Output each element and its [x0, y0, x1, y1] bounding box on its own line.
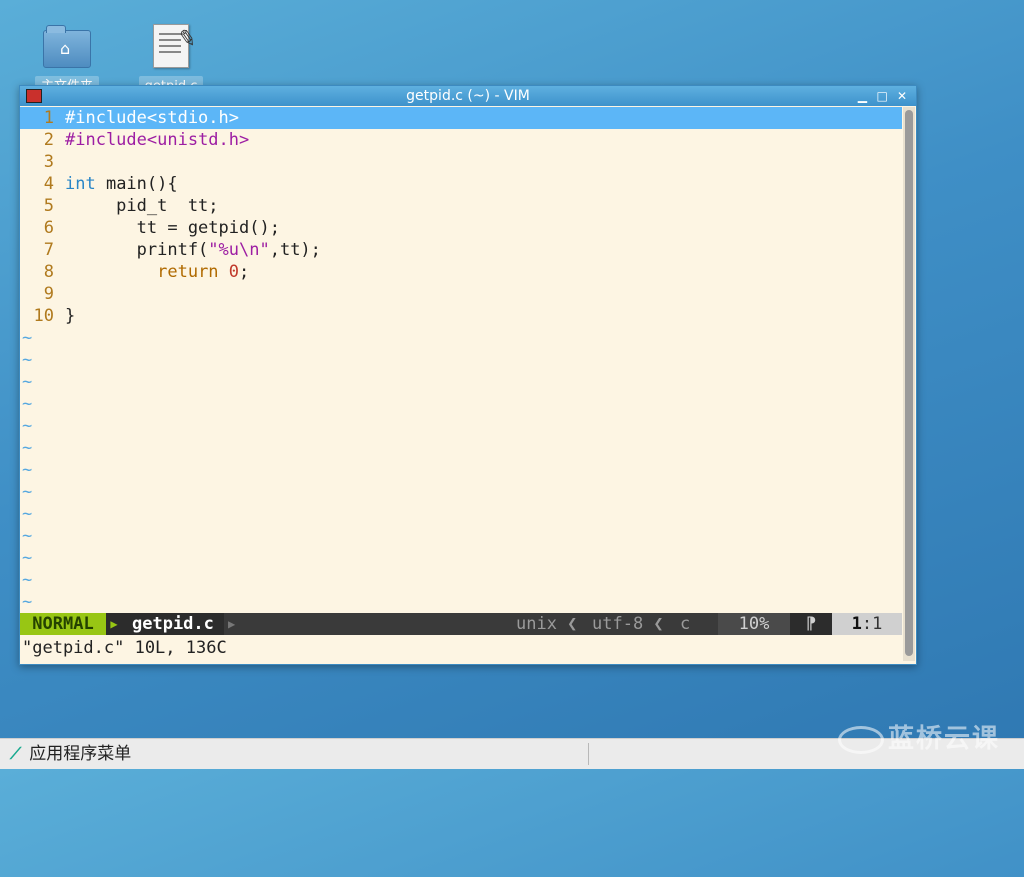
code-token: <unistd.h> — [146, 130, 250, 150]
line-number: 6 — [43, 218, 54, 238]
empty-line-marker: ~ — [22, 372, 33, 392]
code-line[interactable]: 3 — [20, 151, 902, 173]
separator-arrow-icon: ▶ — [228, 617, 236, 631]
empty-line-marker: ~ — [22, 328, 33, 348]
vim-statusline: NORMAL ▶ getpid.c ▶ unix ❮ utf-8 ❮ c 10%… — [20, 613, 902, 635]
code-token: #include<stdio.h> — [65, 108, 239, 128]
empty-line-marker: ~ — [22, 548, 33, 568]
empty-line-marker: ~ — [22, 350, 33, 370]
line-number: 5 — [43, 196, 54, 216]
terminal-app-icon[interactable] — [26, 89, 42, 103]
code-line[interactable]: 6 tt = getpid(); — [20, 217, 902, 239]
code-line[interactable]: 5 pid_t tt; — [20, 195, 902, 217]
cursor-line: 1 — [851, 614, 862, 634]
code-token: ,tt); — [269, 240, 321, 260]
code-text: #include<unistd.h> — [65, 129, 249, 151]
cloud-logo-icon — [838, 725, 884, 754]
code-token: ; — [239, 262, 250, 282]
line-number: 7 — [43, 240, 54, 260]
status-cursor-position: 1:1 — [832, 613, 902, 635]
watermark-text: 蓝桥云课 — [888, 724, 1001, 754]
separator-arrow-icon: ▶ — [106, 613, 122, 635]
line-number: 3 — [43, 152, 54, 172]
empty-line-marker: ~ — [22, 416, 33, 436]
code-token: return — [157, 262, 219, 282]
code-text: return 0; — [65, 261, 249, 283]
status-percent: 10% — [718, 613, 790, 635]
command-line[interactable]: "getpid.c" 10L, 136C — [22, 637, 227, 659]
window-title: getpid.c (~) - VIM — [406, 88, 530, 104]
line-number: 2 — [43, 130, 54, 150]
code-text: } — [65, 305, 75, 327]
minimize-button[interactable]: ▁ — [854, 86, 870, 106]
code-line[interactable]: 1 #include<stdio.h> — [20, 107, 902, 129]
code-line[interactable]: 4 int main(){ — [20, 173, 902, 195]
line-number: 9 — [43, 284, 54, 304]
empty-line-marker: ~ — [22, 394, 33, 414]
code-text: int main(){ — [65, 173, 178, 195]
taskbar-separator — [588, 743, 589, 765]
code-text: printf("%u\n",tt); — [65, 239, 321, 261]
empty-line-marker: ~ — [22, 482, 33, 502]
maximize-button[interactable]: □ — [874, 86, 890, 106]
mode-indicator: NORMAL — [20, 613, 106, 635]
code-text: pid_t tt; — [65, 195, 219, 217]
code-token: int — [65, 174, 96, 194]
home-folder-icon: ⌂ — [43, 25, 91, 68]
close-button[interactable]: ✕ — [894, 86, 910, 106]
code-line[interactable]: 2 #include<unistd.h> — [20, 129, 902, 151]
line-number: 8 — [43, 262, 54, 282]
status-encoding: utf-8 ❮ — [592, 614, 664, 634]
applications-menu-label: 应用程序菜单 — [29, 744, 132, 764]
code-line[interactable]: 8 return 0; — [20, 261, 902, 283]
status-fileformat: unix ❮ — [516, 614, 578, 634]
vertical-scrollbar[interactable] — [903, 107, 915, 661]
status-filename: getpid.c — [122, 613, 224, 635]
text-file-icon: ✎ — [153, 24, 198, 68]
vim-window[interactable]: getpid.c (~) - VIM ▁ □ ✕ 1 #include<stdio… — [19, 85, 917, 665]
editor-text-area[interactable]: 1 #include<stdio.h> 2 #include<unistd.h> 3 4 i… — [20, 107, 902, 613]
cursor-col: :1 — [861, 614, 883, 634]
code-text: #include<stdio.h> — [65, 107, 239, 129]
line-number: 1 — [43, 108, 54, 128]
empty-line-marker: ~ — [22, 570, 33, 590]
empty-line-marker: ~ — [22, 526, 33, 546]
watermark-logo: 蓝桥云课 — [838, 718, 1000, 755]
empty-line-marker: ~ — [22, 460, 33, 480]
window-titlebar[interactable]: getpid.c (~) - VIM ▁ □ ✕ — [20, 86, 916, 106]
code-token: main(){ — [95, 174, 178, 194]
scrollbar-thumb[interactable] — [905, 110, 913, 656]
status-line-mark-icon: ⁋ — [790, 613, 832, 635]
code-token: pid_t tt; — [65, 196, 219, 216]
code-token: tt = getpid(); — [65, 218, 280, 238]
empty-line-marker: ~ — [22, 504, 33, 524]
applications-menu-button[interactable]: ⟋ 应用程序菜单 — [10, 739, 131, 769]
app-menu-logo-icon: ⟋ — [10, 744, 22, 763]
empty-line-marker: ~ — [22, 438, 33, 458]
code-token: 0 — [228, 262, 240, 282]
code-line[interactable]: 9 — [20, 283, 902, 305]
code-token: "%u\n" — [208, 240, 270, 260]
code-token: } — [65, 306, 76, 326]
line-number: 10 — [33, 306, 54, 326]
empty-line-marker: ~ — [22, 592, 33, 612]
code-text: tt = getpid(); — [65, 217, 280, 239]
code-line[interactable]: 7 printf("%u\n",tt); — [20, 239, 902, 261]
status-filetype: c — [680, 614, 691, 634]
code-line[interactable]: 10} — [20, 305, 902, 327]
code-token: printf( — [65, 240, 209, 260]
line-number: 4 — [43, 174, 54, 194]
code-token: #include — [65, 130, 147, 150]
